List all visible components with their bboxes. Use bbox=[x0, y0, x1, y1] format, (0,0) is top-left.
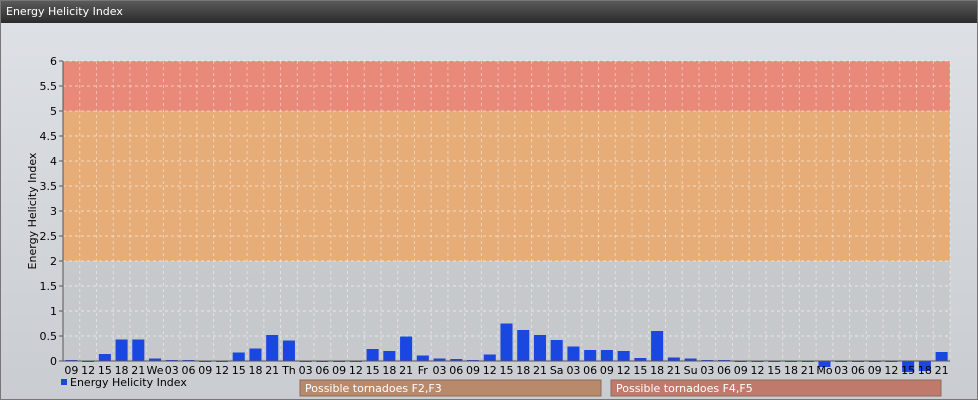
x-tick-label: 12 bbox=[751, 364, 765, 377]
x-tick-label: Fr bbox=[418, 364, 429, 377]
y-tick-label: 1 bbox=[50, 305, 57, 318]
x-tick-label: 18 bbox=[918, 364, 932, 377]
x-tick-label: 21 bbox=[667, 364, 681, 377]
y-tick-label: 0 bbox=[50, 355, 57, 368]
data-bar[interactable] bbox=[266, 335, 279, 361]
x-tick-label: 18 bbox=[784, 364, 798, 377]
x-tick-label: Th bbox=[281, 364, 296, 377]
y-tick-label: 0.5 bbox=[40, 330, 58, 343]
x-tick-label: 12 bbox=[349, 364, 363, 377]
data-bar[interactable] bbox=[617, 351, 630, 361]
y-tick-label: 2 bbox=[50, 255, 57, 268]
data-bar[interactable] bbox=[517, 330, 530, 361]
x-tick-label: 03 bbox=[834, 364, 848, 377]
data-bar[interactable] bbox=[400, 336, 413, 362]
y-tick-label: 3.5 bbox=[40, 180, 58, 193]
x-tick-label: 18 bbox=[248, 364, 262, 377]
data-bar[interactable] bbox=[667, 357, 680, 362]
data-bar[interactable] bbox=[651, 331, 664, 361]
data-bar[interactable] bbox=[232, 352, 245, 362]
x-tick-label: 18 bbox=[650, 364, 664, 377]
x-tick-label: 21 bbox=[399, 364, 413, 377]
x-tick-label: Su bbox=[684, 364, 698, 377]
x-tick-label: 21 bbox=[935, 364, 949, 377]
x-tick-label: 15 bbox=[901, 364, 915, 377]
x-tick-label: 03 bbox=[299, 364, 313, 377]
x-tick-label: 12 bbox=[215, 364, 229, 377]
data-bar[interactable] bbox=[98, 354, 111, 361]
x-tick-label: Mo bbox=[816, 364, 832, 377]
x-tick-label: 09 bbox=[332, 364, 346, 377]
x-tick-label: Sa bbox=[550, 364, 564, 377]
y-tick-label: 4 bbox=[50, 155, 57, 168]
x-tick-label: 12 bbox=[617, 364, 631, 377]
y-tick-label: 2.5 bbox=[40, 230, 58, 243]
x-tick-label: 09 bbox=[600, 364, 614, 377]
chart-window: Energy Helicity Index 0 0.5 1 1.5 2 2.5 3 3.5 4 4… bbox=[0, 0, 978, 400]
threshold-box-label: Possible tornadoes F2,F3 bbox=[305, 382, 442, 395]
legend-label: Energy Helicity Index bbox=[70, 376, 187, 389]
x-tick-label: 06 bbox=[315, 364, 329, 377]
data-bar[interactable] bbox=[115, 339, 128, 362]
x-tick-label: 09 bbox=[466, 364, 480, 377]
y-tick-label: 4.5 bbox=[40, 130, 58, 143]
x-tick-label: 09 bbox=[868, 364, 882, 377]
x-tick-label: 03 bbox=[566, 364, 580, 377]
x-tick-label: 21 bbox=[801, 364, 815, 377]
data-bar[interactable] bbox=[935, 352, 948, 361]
data-bar[interactable] bbox=[383, 351, 396, 361]
data-bar[interactable] bbox=[132, 339, 145, 362]
x-tick-label: 18 bbox=[516, 364, 530, 377]
window-title: Energy Helicity Index bbox=[1, 1, 977, 23]
x-tick-label: 06 bbox=[583, 364, 597, 377]
y-tick-label: 1.5 bbox=[40, 280, 58, 293]
y-axis-label: Energy Helicity Index bbox=[26, 152, 39, 269]
threshold-box-2: Possible tornadoes F4,F5 bbox=[610, 379, 942, 397]
x-tick-label: 06 bbox=[449, 364, 463, 377]
data-bar[interactable] bbox=[550, 340, 563, 361]
x-tick-label: 06 bbox=[851, 364, 865, 377]
data-bar[interactable] bbox=[600, 350, 613, 361]
x-tick-label: 15 bbox=[232, 364, 246, 377]
data-bar[interactable] bbox=[567, 346, 580, 362]
x-tick-label: 12 bbox=[483, 364, 497, 377]
x-tick-label: 15 bbox=[500, 364, 514, 377]
data-bar[interactable] bbox=[483, 354, 496, 362]
y-tick-label: 6 bbox=[50, 55, 57, 68]
data-bar[interactable] bbox=[416, 355, 429, 362]
threshold-box-label: Possible tornadoes F4,F5 bbox=[616, 382, 753, 395]
x-tick-label: 06 bbox=[717, 364, 731, 377]
x-tick-label: 21 bbox=[265, 364, 279, 377]
y-tick-label: 5 bbox=[50, 105, 57, 118]
x-tick-label: 15 bbox=[767, 364, 781, 377]
x-tick-label: 03 bbox=[700, 364, 714, 377]
y-tick-label: 5.5 bbox=[40, 80, 58, 93]
chart-area: 0 0.5 1 1.5 2 2.5 3 3.5 4 4.5 5 5.5 6 09 12 15 18 21 We 03 0… bbox=[1, 23, 977, 399]
x-tick-label: 09 bbox=[198, 364, 212, 377]
x-tick-label: 09 bbox=[734, 364, 748, 377]
data-bar[interactable] bbox=[282, 340, 295, 362]
x-tick-label: 15 bbox=[366, 364, 380, 377]
x-tick-label: 21 bbox=[533, 364, 547, 377]
data-bar[interactable] bbox=[249, 348, 262, 362]
x-tick-label: 18 bbox=[382, 364, 396, 377]
data-bar[interactable] bbox=[500, 323, 513, 362]
x-tick-label: 12 bbox=[884, 364, 898, 377]
data-bar[interactable] bbox=[366, 349, 379, 361]
data-bar[interactable] bbox=[533, 335, 546, 361]
y-tick-label: 3 bbox=[50, 205, 57, 218]
data-bar[interactable] bbox=[584, 350, 597, 361]
energy-helicity-chart: 00.511.522.533.544.555.5609 12 15 18 21 We 03 0… bbox=[26, 55, 951, 397]
legend-swatch bbox=[61, 379, 67, 385]
x-tick-label: 15 bbox=[633, 364, 647, 377]
x-tick-label: 03 bbox=[433, 364, 447, 377]
threshold-box-1: Possible tornadoes F2,F3 bbox=[299, 379, 602, 397]
